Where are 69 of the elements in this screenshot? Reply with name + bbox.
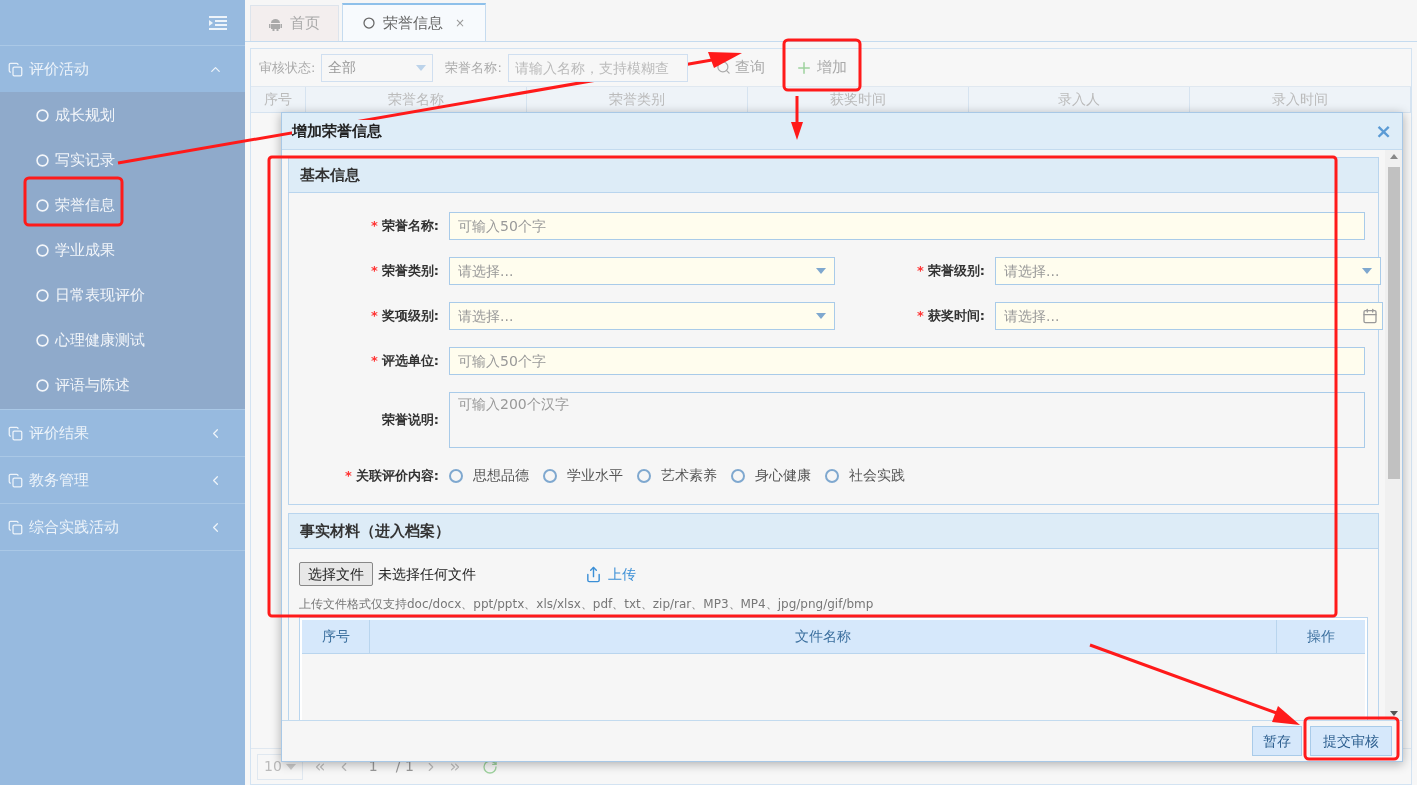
radio-option[interactable]: 学业水平 — [543, 465, 623, 486]
copy-icon — [8, 519, 23, 535]
radio-option[interactable]: 社会实践 — [825, 465, 905, 486]
choose-file-button[interactable]: 选择文件 — [299, 562, 373, 586]
scrollbar[interactable] — [1385, 150, 1402, 720]
sidebar-group[interactable]: 评价结果 — [0, 410, 245, 456]
sidebar-group[interactable]: 教务管理 — [0, 457, 245, 503]
text-field[interactable]: 可输入50个字 — [449, 347, 1365, 375]
description-field[interactable]: 可输入200个汉字 — [449, 392, 1365, 448]
select-field[interactable]: 请选择... — [449, 302, 835, 330]
sidebar-group[interactable]: 评价活动 — [0, 46, 245, 92]
save-draft-button[interactable]: 暂存 — [1252, 726, 1302, 756]
status-select[interactable]: 全部 — [321, 53, 434, 82]
file-status: 未选择任何文件 — [378, 564, 476, 584]
circle-icon — [36, 244, 49, 257]
tab[interactable]: 首页 — [250, 5, 339, 41]
sidebar-item[interactable]: 日常表现评价 — [0, 273, 245, 318]
field-label: * 关联评价内容: — [344, 466, 440, 485]
field-label: * 奖项级别: — [370, 307, 440, 326]
sidebar-item[interactable]: 评语与陈述 — [0, 363, 245, 408]
sidebar-item[interactable]: 心理健康测试 — [0, 318, 245, 363]
upload-icon — [585, 565, 602, 583]
copy-icon — [8, 61, 23, 77]
circle-icon — [36, 334, 49, 347]
field-label: * 荣誉类别: — [370, 262, 440, 281]
close-button[interactable]: × — [1375, 121, 1392, 141]
calendar-icon — [1362, 308, 1378, 324]
field-label: * 荣誉名称: — [370, 217, 440, 236]
date-field[interactable]: 请选择... — [995, 302, 1383, 330]
copy-icon — [8, 425, 23, 441]
sidebar-group[interactable]: 综合实践活动 — [0, 504, 245, 550]
submit-button[interactable]: 提交审核 — [1310, 726, 1392, 756]
field-label: 荣誉说明: — [380, 411, 440, 430]
circle-icon — [36, 379, 49, 392]
filter-label: 荣誉名称: — [445, 58, 502, 77]
upload-hint: 上传文件格式仅支持doc/docx、ppt/pptx、xls/xlsx、pdf、txt、zip/rar、MP3、MP4、jpg/png/gif/bmp — [299, 596, 875, 613]
add-button[interactable]: 增加 — [786, 53, 855, 82]
close-tab-button[interactable]: × — [455, 14, 466, 32]
section-header: 基本信息 — [289, 158, 1378, 193]
column-header: 文件名称 — [370, 620, 1277, 653]
column-header: 序号 — [302, 620, 370, 653]
circle-icon — [36, 289, 49, 302]
circle-icon — [36, 199, 49, 212]
circle-icon — [363, 17, 375, 29]
select-field[interactable]: 请选择... — [995, 257, 1381, 285]
radio-option[interactable]: 思想品德 — [449, 465, 529, 486]
robot-icon — [269, 16, 282, 31]
circle-icon — [36, 109, 49, 122]
sidebar-item[interactable]: 成长规划 — [0, 93, 245, 138]
radio-option[interactable]: 身心健康 — [731, 465, 811, 486]
circle-icon — [36, 154, 49, 167]
field-label: * 获奖时间: — [916, 307, 986, 326]
name-search-field[interactable]: 请输入名称，支持模糊查 — [507, 53, 688, 82]
sidebar-item[interactable]: 写实记录 — [0, 138, 245, 183]
text-field[interactable]: 可输入50个字 — [449, 212, 1365, 240]
field-label: * 荣誉级别: — [916, 262, 986, 281]
filter-label: 审核状态: — [259, 58, 316, 77]
field-label: * 评选单位: — [370, 352, 440, 371]
column-header: 操作 — [1306, 627, 1336, 646]
select-field[interactable]: 请选择... — [449, 257, 835, 285]
copy-icon — [8, 472, 23, 488]
sidebar-item[interactable]: 荣誉信息 — [0, 183, 245, 228]
section-header: 事实材料（进入档案） — [289, 514, 1378, 549]
sidebar-item[interactable]: 学业成果 — [0, 228, 245, 273]
radio-option[interactable]: 艺术素养 — [637, 465, 717, 486]
annotation-arrow — [791, 96, 803, 140]
tab[interactable]: 荣誉信息 × — [342, 3, 487, 41]
upload-link[interactable]: 上传 — [585, 563, 636, 585]
menu-icon[interactable] — [209, 15, 227, 30]
